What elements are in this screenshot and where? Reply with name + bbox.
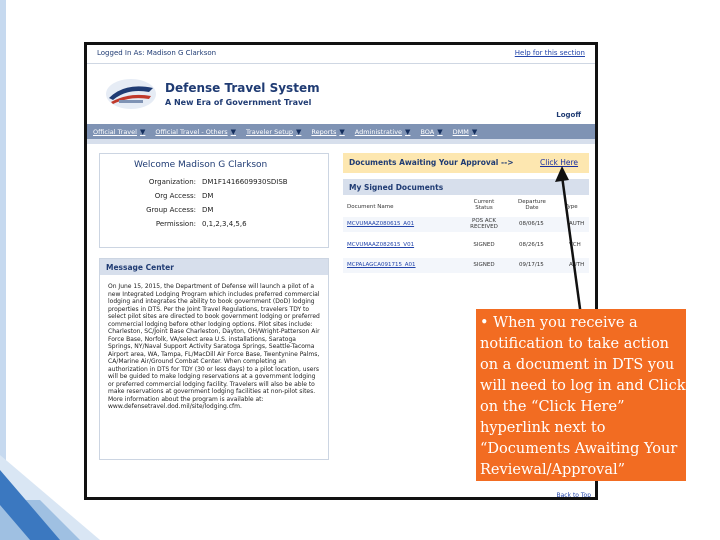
instruction-callout: • When you receive a notification to tak…: [476, 309, 686, 481]
